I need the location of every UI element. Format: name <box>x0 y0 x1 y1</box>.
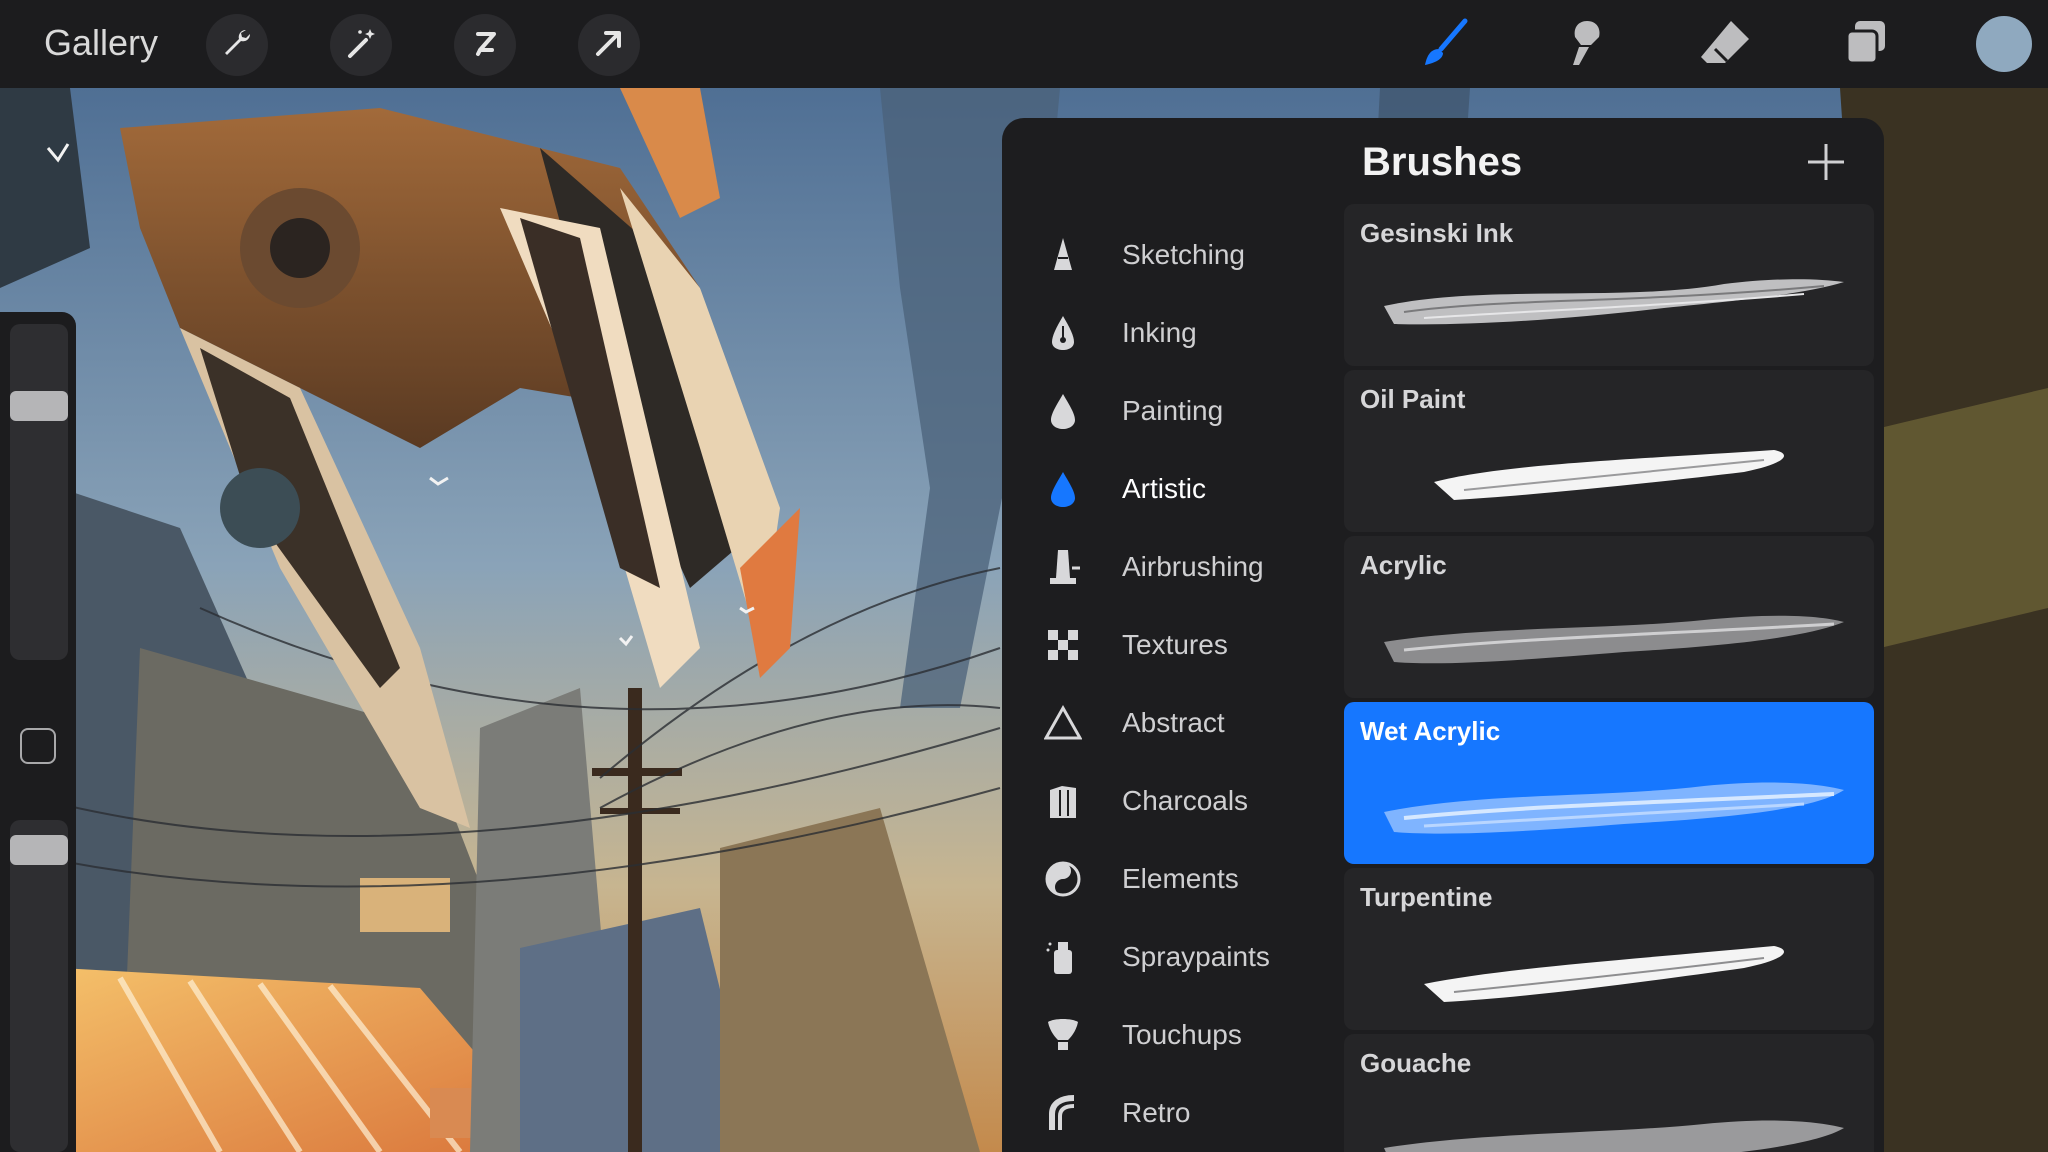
retro-icon <box>1042 1092 1084 1134</box>
brush-stroke-preview <box>1364 918 1854 1018</box>
brush-name: Gouache <box>1360 1048 1472 1078</box>
checker-icon <box>1042 624 1084 666</box>
modify-button[interactable] <box>20 728 56 764</box>
brush-set-painting[interactable]: Painting <box>1002 372 1342 450</box>
brush-set-touchups[interactable]: Touchups <box>1002 996 1342 1074</box>
brush-set-label: Spraypaints <box>1122 941 1270 972</box>
eraser-tool-button[interactable] <box>1694 14 1756 76</box>
brush-stroke-preview <box>1364 1084 1854 1152</box>
pencil-tip-icon <box>1042 234 1084 276</box>
selection-icon <box>468 26 502 65</box>
brush-size-slider[interactable] <box>10 324 68 660</box>
brush-set-label: Abstract <box>1122 707 1225 738</box>
smudge-icon <box>1557 15 1613 76</box>
brush-set-label: Airbrushing <box>1122 551 1264 582</box>
brush-size-thumb[interactable] <box>10 391 68 422</box>
brush-set-list: Sketching Inking Painting Artistic Airbrushi… <box>1002 118 1342 1152</box>
brush-name: Wet Acrylic <box>1360 716 1501 746</box>
magic-wand-icon <box>344 26 378 65</box>
brush-set-label: Charcoals <box>1122 785 1249 816</box>
charcoal-icon <box>1042 780 1084 822</box>
brush-set-artistic[interactable]: Artistic <box>1002 450 1342 528</box>
brush-tool-button[interactable] <box>1414 14 1476 76</box>
brush-stroke-preview <box>1364 420 1854 520</box>
add-brush-button[interactable] <box>1802 138 1850 186</box>
brush-set-elements[interactable]: Elements <box>1002 840 1342 918</box>
opacity-thumb[interactable] <box>10 835 68 866</box>
layers-icon <box>1837 15 1893 76</box>
color-picker-button[interactable] <box>1976 16 2032 72</box>
actions-button[interactable] <box>206 14 268 76</box>
transform-button[interactable] <box>578 14 640 76</box>
selection-button[interactable] <box>454 14 516 76</box>
eraser-icon <box>1697 15 1753 76</box>
triangle-icon <box>1042 702 1084 744</box>
brush-name: Turpentine <box>1360 882 1493 912</box>
brush-set-label: Textures <box>1122 629 1228 660</box>
opacity-slider[interactable] <box>10 820 68 1152</box>
brush-set-label: Touchups <box>1122 1019 1242 1050</box>
smudge-tool-button[interactable] <box>1554 14 1616 76</box>
touchup-icon <box>1042 1014 1084 1056</box>
gallery-button[interactable]: Gallery <box>44 22 158 64</box>
brush-set-spraypaints[interactable]: Spraypaints <box>1002 918 1342 996</box>
left-sidebar <box>0 312 76 1152</box>
brush-stroke-preview <box>1364 752 1854 852</box>
brush-acrylic[interactable]: Acrylic <box>1344 536 1874 698</box>
brush-gouache[interactable]: Gouache <box>1344 1034 1874 1152</box>
drop-icon <box>1042 468 1084 510</box>
brush-set-charcoals[interactable]: Charcoals <box>1002 762 1342 840</box>
brush-set-label: Elements <box>1122 863 1239 894</box>
brush-name: Oil Paint <box>1360 384 1466 414</box>
brush-library-panel: Sketching Inking Painting Artistic Airbrushi… <box>1002 118 1884 1152</box>
layers-button[interactable] <box>1834 14 1896 76</box>
spray-can-icon <box>1042 936 1084 978</box>
yin-yang-icon <box>1042 858 1084 900</box>
brush-set-sketching[interactable]: Sketching <box>1002 216 1342 294</box>
brush-wet-acrylic[interactable]: Wet Acrylic <box>1344 702 1874 864</box>
brush-icon <box>1417 15 1473 76</box>
brush-set-retro[interactable]: Retro <box>1002 1074 1342 1152</box>
pen-nib-icon <box>1042 312 1084 354</box>
brush-set-inking[interactable]: Inking <box>1002 294 1342 372</box>
brush-name: Gesinski Ink <box>1360 218 1514 248</box>
wrench-icon <box>220 26 254 65</box>
brush-gesinski-ink[interactable]: Gesinski Ink <box>1344 204 1874 366</box>
top-toolbar: Gallery <box>0 0 2048 88</box>
brush-set-label: Inking <box>1122 317 1197 348</box>
brush-set-textures[interactable]: Textures <box>1002 606 1342 684</box>
brush-set-airbrushing[interactable]: Airbrushing <box>1002 528 1342 606</box>
brush-name: Acrylic <box>1360 550 1447 580</box>
brush-library-title: Brushes <box>1362 140 1523 184</box>
plus-icon <box>1808 144 1844 180</box>
adjustments-button[interactable] <box>330 14 392 76</box>
brush-set-label: Painting <box>1122 395 1224 426</box>
drop-icon <box>1042 390 1084 432</box>
brush-oil-paint[interactable]: Oil Paint <box>1344 370 1874 532</box>
brush-set-label: Retro <box>1122 1097 1191 1128</box>
brush-set-label: Sketching <box>1122 239 1245 270</box>
airbrush-icon <box>1042 546 1084 588</box>
brush-stroke-preview <box>1364 254 1854 354</box>
brush-turpentine[interactable]: Turpentine <box>1344 868 1874 1030</box>
brush-set-label: Artistic <box>1122 473 1206 504</box>
brush-stroke-preview <box>1364 586 1854 686</box>
brush-set-abstract[interactable]: Abstract <box>1002 684 1342 762</box>
move-arrow-icon <box>592 26 626 65</box>
